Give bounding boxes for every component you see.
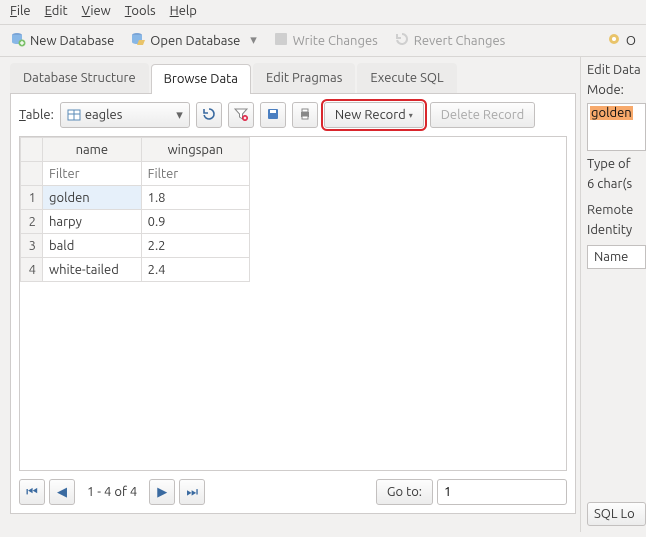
table-selected-value: eagles [85,108,123,122]
print-button[interactable] [292,102,318,128]
cell-name[interactable]: harpy [43,210,142,234]
edit-cell-header: Edit Data [587,63,646,77]
type-value: 6 char(s [587,177,646,191]
chevron-down-icon: ▾ [176,108,183,123]
menu-file[interactable]: File [10,4,31,18]
write-changes-button: Write Changes [273,31,378,50]
menu-help[interactable]: Help [170,4,197,18]
table-row[interactable]: 1 golden 1.8 [21,186,250,210]
side-panel: Edit Data Mode: golden Type of 6 char(s … [580,57,646,532]
type-label: Type of [587,157,646,171]
menu-tools[interactable]: Tools [125,4,156,18]
database-new-icon [10,31,26,50]
page-range: 1 - 4 of 4 [87,485,137,499]
data-grid[interactable]: name wingspan 1 golden 1.8 2 [19,136,567,471]
write-changes-label: Write Changes [293,34,378,48]
identity-name-field[interactable]: Name [587,245,646,269]
last-page-button[interactable]: ⏭ [179,479,205,505]
table-row[interactable]: 4 white-tailed 2.4 [21,258,250,282]
refresh-icon [202,107,216,124]
cell-wingspan[interactable]: 2.2 [141,234,249,258]
save-icon [266,107,280,124]
next-page-button[interactable]: ▶ [149,479,175,505]
chevron-down-icon: ▾ [409,111,413,120]
gear-icon [606,31,622,50]
first-page-button[interactable]: ⏮ [19,479,45,505]
cell-editor-value: golden [590,106,633,120]
sql-log-button[interactable]: SQL Lo [587,502,646,526]
cell-wingspan[interactable]: 1.8 [141,186,249,210]
cell-name[interactable]: white-tailed [43,258,142,282]
new-database-button[interactable]: New Database [10,31,114,50]
revert-icon [394,31,410,50]
table-row[interactable]: 3 bald 2.2 [21,234,250,258]
new-database-label: New Database [30,34,114,48]
pager: ⏮ ◀ 1 - 4 of 4 ▶ ⏭ Go to: [19,479,567,505]
cell-wingspan[interactable]: 0.9 [141,210,249,234]
database-open-icon [130,31,146,50]
print-icon [298,107,312,124]
chevron-down-icon[interactable]: ▾ [250,33,257,48]
tab-browse[interactable]: Browse Data [151,64,251,94]
goto-button[interactable]: Go to: [376,479,433,505]
prev-page-button[interactable]: ◀ [49,479,75,505]
col-header-wingspan[interactable]: wingspan [141,138,249,162]
table-row[interactable]: 2 harpy 0.9 [21,210,250,234]
delete-record-button: Delete Record [430,102,536,128]
table-label: Table: [19,108,54,122]
browse-panel: Table: eagles ▾ [10,94,576,514]
tab-structure[interactable]: Database Structure [10,63,149,93]
funnel-clear-icon [234,107,248,124]
write-icon [273,31,289,50]
menubar: File Edit View Tools Help [0,0,646,25]
last-icon: ⏭ [186,485,198,500]
tab-bar: Database Structure Browse Data Edit Prag… [10,63,576,94]
identity-label: Identity [587,223,646,237]
main-toolbar: New Database Open Database ▾ Write Chang… [0,25,646,57]
col-header-name[interactable]: name [43,138,142,162]
rownum-header [21,138,43,162]
tab-pragmas[interactable]: Edit Pragmas [253,63,355,93]
next-icon: ▶ [157,485,167,500]
filter-input-name[interactable] [49,167,135,181]
new-record-button[interactable]: New Record ▾ [324,102,424,128]
tab-sql[interactable]: Execute SQL [357,63,456,93]
refresh-button[interactable] [196,102,222,128]
open-database-label: Open Database [150,34,240,48]
open-database-button[interactable]: Open Database ▾ [130,31,257,50]
mode-label: Mode: [587,83,646,97]
menu-view[interactable]: View [82,4,111,18]
filter-input-wingspan[interactable] [148,167,243,181]
goto-input[interactable] [437,479,567,505]
remote-header: Remote [587,203,646,217]
extra-toolbar-button[interactable]: O [606,31,636,50]
table-select[interactable]: eagles ▾ [60,102,190,128]
table-icon [67,108,81,122]
first-icon: ⏮ [26,485,38,500]
clear-filters-button[interactable] [228,102,254,128]
cell-name[interactable]: bald [43,234,142,258]
menu-edit[interactable]: Edit [45,4,68,18]
cell-editor[interactable]: golden [587,103,646,151]
prev-icon: ◀ [57,485,67,500]
cell-wingspan[interactable]: 2.4 [141,258,249,282]
revert-changes-button: Revert Changes [394,31,506,50]
cell-name[interactable]: golden [43,186,142,210]
save-button[interactable] [260,102,286,128]
revert-changes-label: Revert Changes [414,34,506,48]
